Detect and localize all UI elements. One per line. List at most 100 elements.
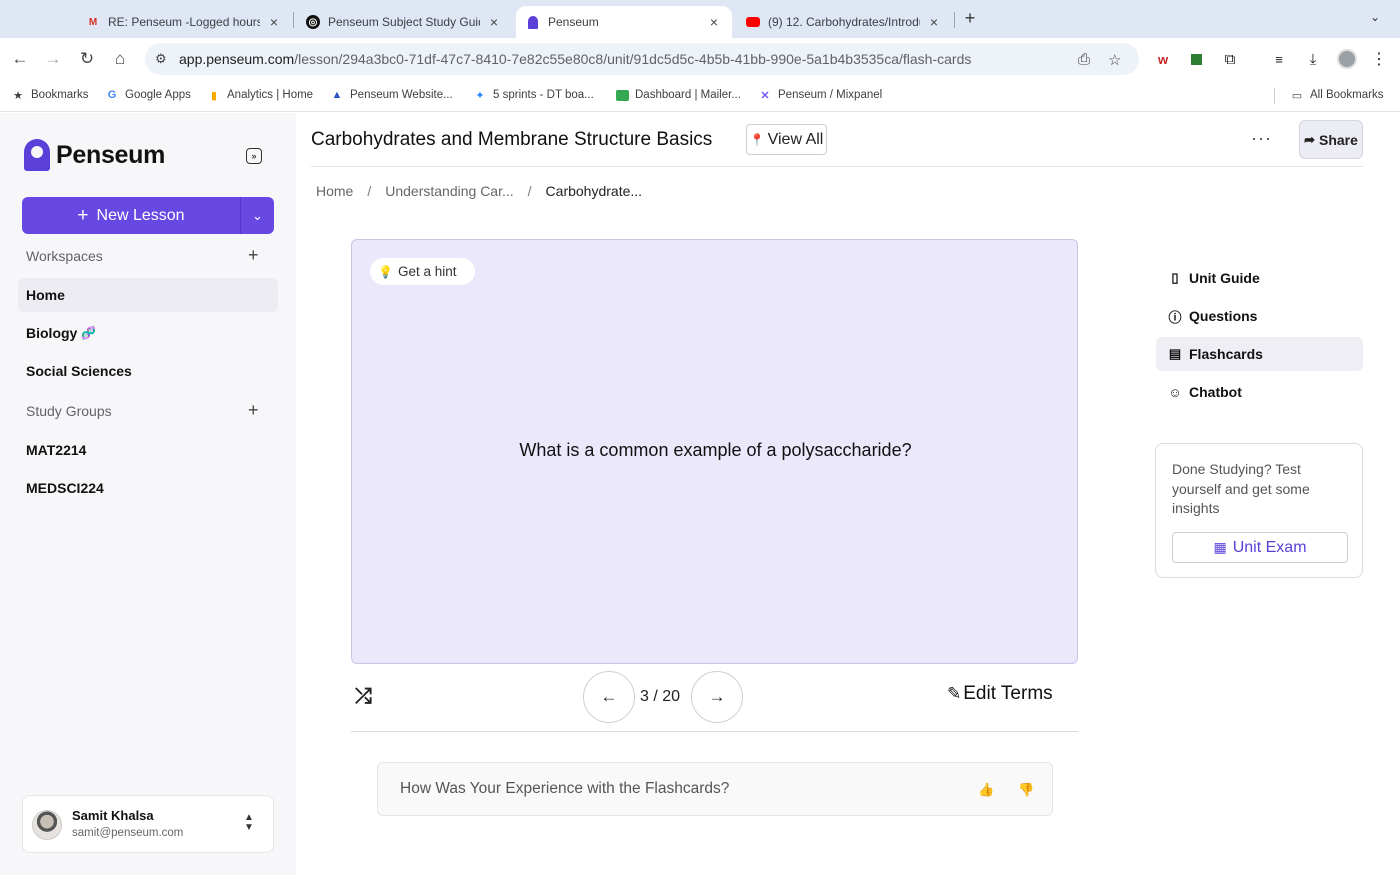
bookmark-item[interactable]: ★ Bookmarks [11, 88, 88, 102]
add-study-group-icon[interactable]: + [248, 400, 259, 421]
feedback-bar: How Was Your Experience with the Flashca… [377, 762, 1053, 816]
penseum-icon [526, 15, 540, 29]
browser-tab-study-guide[interactable]: ◎ Penseum Subject Study Guide × [296, 6, 512, 38]
share-icon: ➦ [1304, 131, 1315, 147]
get-hint-button[interactable]: 💡 Get a hint [370, 258, 475, 285]
nav-chatbot[interactable]: ☺ Chatbot [1156, 375, 1363, 409]
study-groups-heading: Study Groups [26, 403, 112, 419]
nav-label: Chatbot [1189, 384, 1242, 400]
browser-tab-gmail[interactable]: M RE: Penseum -Logged hours × [76, 6, 292, 38]
close-icon[interactable]: × [706, 14, 722, 30]
site-settings-icon[interactable]: ⚙ [155, 51, 167, 67]
browser-tab-penseum[interactable]: Penseum × [516, 6, 732, 38]
forward-icon[interactable]: → [42, 48, 64, 70]
url-domain: app.penseum.com [179, 51, 295, 67]
new-lesson-label: New Lesson [96, 206, 185, 224]
previous-card-button[interactable]: ← [583, 671, 635, 723]
user-name: Samit Khalsa [72, 808, 154, 823]
address-bar[interactable]: ⚙ app.penseum.com/lesson/294a3bc0-71df-4… [145, 43, 1139, 75]
flashcards-icon: ▤ [1168, 346, 1182, 361]
bookmark-item[interactable]: ✕ Penseum / Mixpanel [758, 88, 882, 102]
collapse-sidebar-icon[interactable]: » [246, 148, 262, 164]
puzzle-icon[interactable]: ⧉ [1221, 50, 1239, 68]
card-counter: 3 / 20 [640, 688, 681, 705]
bookmark-item[interactable]: G Google Apps [105, 88, 191, 102]
feedback-prompt: How Was Your Experience with the Flashca… [400, 780, 730, 797]
reload-icon[interactable]: ↻ [76, 48, 98, 70]
bookmark-item[interactable]: Dashboard | Mailer... [615, 88, 741, 102]
install-app-icon[interactable]: ⎙ [1078, 51, 1090, 68]
divider [311, 166, 1363, 167]
new-lesson-button[interactable]: + New Lesson ⌄ [22, 197, 274, 234]
thumbs-up-icon[interactable]: 👍 [978, 782, 994, 798]
sidebar-item-mat2214[interactable]: MAT2214 [18, 433, 278, 467]
question-icon: ⓘ [1168, 309, 1182, 325]
all-bookmarks[interactable]: ▭ All Bookmarks [1290, 88, 1384, 102]
new-lesson-main[interactable]: + New Lesson [22, 206, 240, 225]
star-icon: ★ [13, 89, 23, 102]
close-icon[interactable]: × [926, 14, 942, 30]
chevron-up-down-icon[interactable]: ▲ ▼ [244, 813, 254, 833]
nav-flashcards[interactable]: ▤ Flashcards [1156, 337, 1363, 371]
book-icon: ▯ [1171, 270, 1179, 285]
done-studying-card: Done Studying? Test yourself and get som… [1155, 443, 1363, 578]
thumbs-down-icon[interactable]: 👎 [1018, 782, 1034, 798]
divider [351, 731, 1078, 732]
close-icon[interactable]: × [486, 14, 502, 30]
tab-separator [293, 12, 294, 28]
sidebar-item-social-sciences[interactable]: Social Sciences [18, 354, 278, 388]
exam-icon: ▦ [1213, 539, 1227, 555]
logo-text: Penseum [56, 140, 166, 169]
analytics-icon: ▮ [210, 89, 218, 102]
bookmark-label: Google Apps [125, 89, 191, 101]
breadcrumb: Home / Understanding Car... / Carbohydra… [316, 183, 642, 199]
nav-unit-guide[interactable]: ▯ Unit Guide [1156, 261, 1363, 295]
edit-terms-button[interactable]: ✎ Edit Terms [947, 683, 1053, 705]
folder-icon: ▭ [1291, 89, 1303, 102]
share-button[interactable]: ➦ Share [1299, 120, 1363, 159]
shuffle-icon[interactable]: ⤮ [355, 685, 372, 709]
user-email: samit@penseum.com [72, 827, 184, 839]
next-card-button[interactable]: → [691, 671, 743, 723]
flashcard[interactable]: 💡 Get a hint What is a common example of… [351, 239, 1078, 664]
add-workspace-icon[interactable]: + [248, 245, 259, 266]
bookmark-item[interactable]: ✦ 5 sprints - DT boa... [473, 88, 593, 102]
profile-avatar[interactable] [1337, 49, 1357, 69]
bookmark-label: Penseum Website... [350, 89, 453, 101]
bot-icon: ☺ [1168, 384, 1182, 400]
new-tab-icon[interactable]: + [960, 8, 980, 29]
close-icon[interactable]: × [266, 14, 282, 30]
mailer-icon [615, 88, 629, 102]
back-icon[interactable]: ← [9, 48, 31, 70]
unit-exam-button[interactable]: ▦ Unit Exam [1172, 532, 1348, 563]
media-control-icon[interactable]: ≡ [1270, 50, 1288, 68]
kebab-menu-icon[interactable]: ⋮ [1370, 50, 1388, 68]
tab-separator [954, 12, 955, 28]
star-icon[interactable]: ☆ [1108, 51, 1121, 69]
breadcrumb-lesson[interactable]: Understanding Car... [385, 183, 513, 199]
home-icon[interactable]: ⌂ [109, 48, 131, 70]
sidebar-item-label: MAT2214 [26, 442, 87, 458]
chevron-down-icon[interactable]: ⌄ [1370, 10, 1380, 24]
download-icon[interactable]: ⤓ [1304, 50, 1322, 68]
more-options-icon[interactable]: ··· [1251, 128, 1272, 149]
extension-icon[interactable]: w [1154, 50, 1172, 68]
view-all-button[interactable]: 📍 View All [746, 124, 827, 155]
bookmark-item[interactable]: ▮ Analytics | Home [207, 88, 313, 102]
browser-tab-youtube[interactable]: (9) 12. Carbohydrates/Introduction × [736, 6, 952, 38]
arrow-left-icon: ← [600, 687, 618, 706]
sidebar-item-biology[interactable]: Biology 🧬 [18, 316, 278, 350]
user-menu[interactable]: Samit Khalsa samit@penseum.com ▲ ▼ [22, 795, 274, 853]
sidebar-item-home[interactable]: Home [18, 278, 278, 312]
logo[interactable]: Penseum [24, 139, 165, 171]
sidebar-item-medsci224[interactable]: MEDSCI224 [18, 471, 278, 505]
extension-icon[interactable] [1187, 50, 1205, 68]
nav-label: Flashcards [1189, 346, 1263, 362]
sidebar: Penseum » + New Lesson ⌄ Workspaces + Ho… [0, 113, 296, 875]
nav-questions[interactable]: ⓘ Questions [1156, 299, 1363, 333]
breadcrumb-home[interactable]: Home [316, 183, 353, 199]
bookmark-label: All Bookmarks [1310, 89, 1384, 101]
chevron-down-icon[interactable]: ⌄ [241, 208, 274, 224]
bookmark-item[interactable]: ▲ Penseum Website... [330, 88, 453, 102]
sidebar-item-label: Home [26, 287, 65, 303]
